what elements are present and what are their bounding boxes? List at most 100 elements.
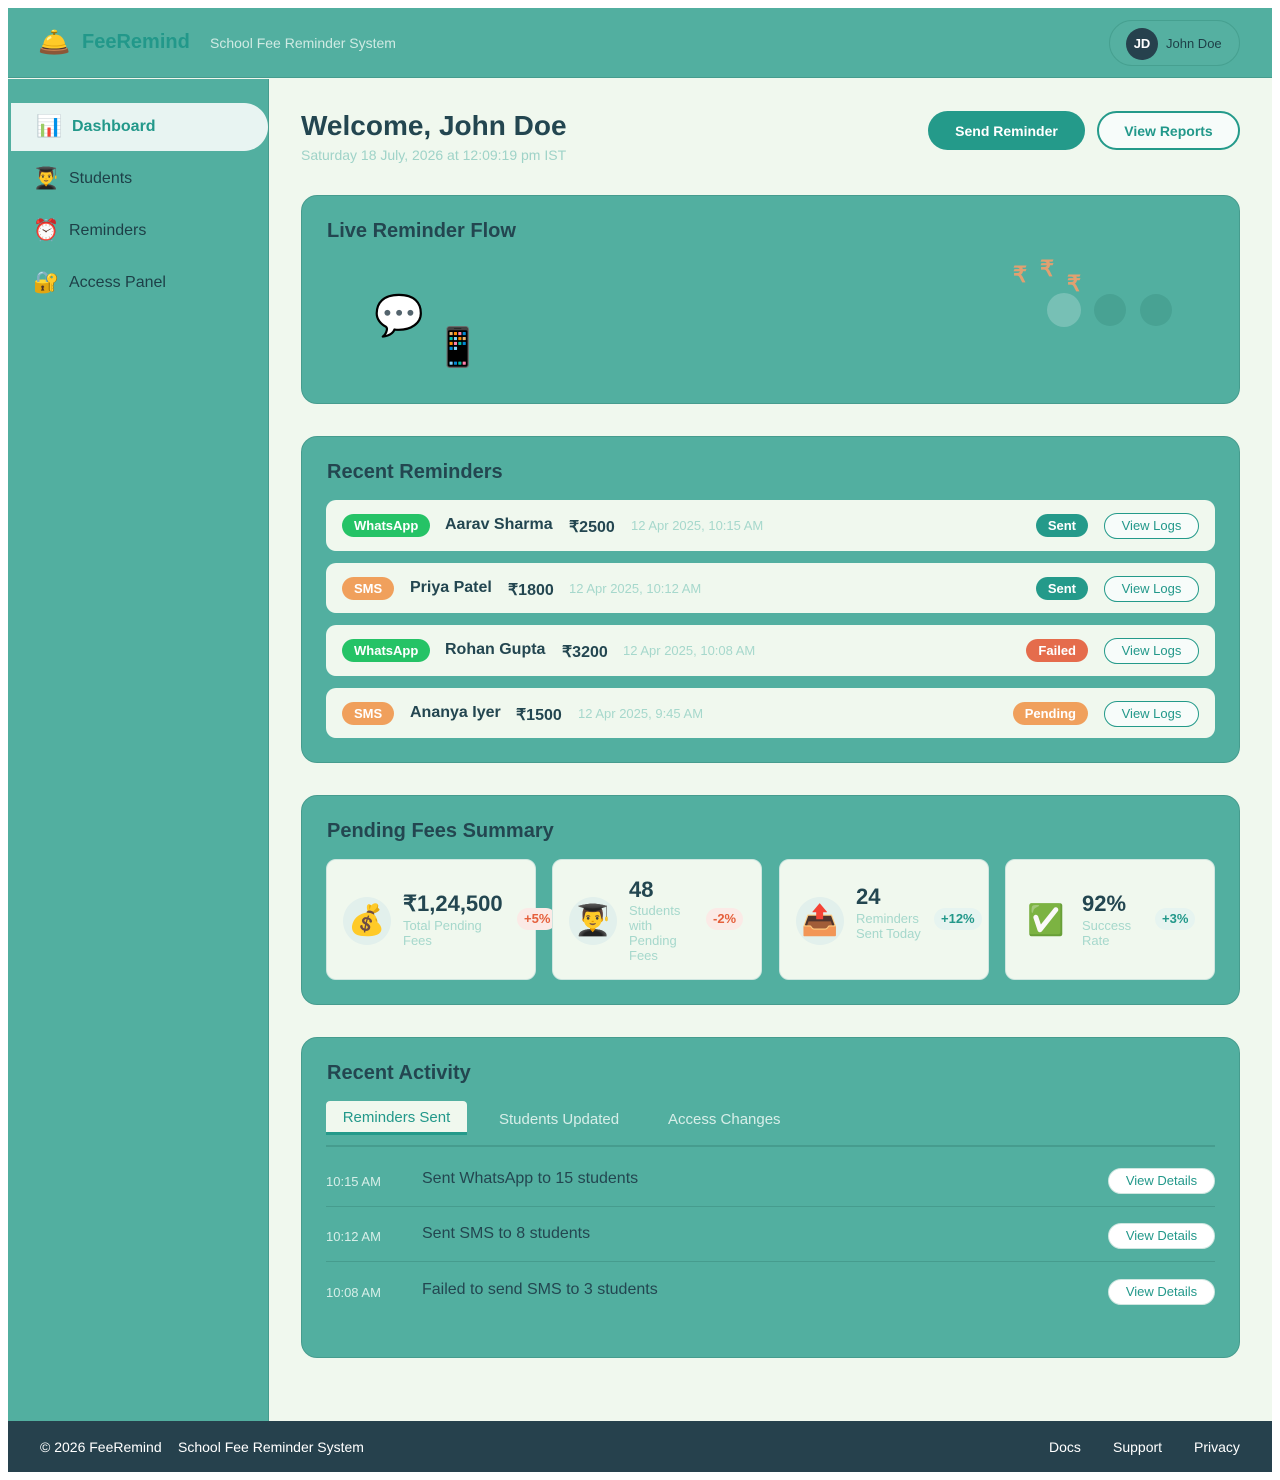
reminder-row: SMS Ananya Iyer ₹1500 12 Apr 2025, 9:45 … [326, 688, 1215, 738]
fee-amount: ₹1500 [516, 707, 562, 724]
rupee-icon: ₹ [1013, 262, 1027, 287]
stat-card-total-pending: 💰 ₹1,24,500 Total Pending Fees +5% [326, 859, 558, 980]
status-badge: Sent [1035, 577, 1088, 600]
student-name: Aarav Sharma [445, 516, 553, 533]
footer-tagline: School Fee Reminder System [178, 1439, 364, 1455]
user-menu[interactable]: JD John Doe [1109, 20, 1240, 66]
reminder-time: 12 Apr 2025, 9:45 AM [578, 706, 704, 721]
stat-label: Reminders Sent Today [856, 911, 921, 941]
reminder-row: SMS Priya Patel ₹1800 12 Apr 2025, 10:12… [326, 563, 1215, 613]
top-header: 🛎️ FeeRemind School Fee Reminder System … [8, 8, 1272, 78]
card-title: Recent Reminders [327, 461, 503, 483]
trend-badge: +3% [1155, 908, 1196, 930]
live-reminder-flow-card: Live Reminder Flow 💬 📱 ₹ ₹ ₹ [301, 195, 1240, 404]
student-name: Ananya Iyer [410, 704, 501, 721]
brand-tagline: School Fee Reminder System [210, 35, 396, 51]
check-mark-icon: ✅ [1027, 904, 1065, 937]
bell-icon: 🛎️ [38, 27, 71, 57]
reminder-row: WhatsApp Rohan Gupta ₹3200 12 Apr 2025, … [326, 625, 1215, 676]
footer: © 2026 FeeRemind School Fee Reminder Sys… [8, 1421, 1272, 1472]
stat-label: Students with Pending Fees [629, 903, 681, 963]
card-title: Pending Fees Summary [327, 820, 554, 842]
footer-link-docs[interactable]: Docs [1049, 1439, 1081, 1455]
activity-text: Sent WhatsApp to 15 students [422, 1170, 639, 1187]
stat-card-students-pending: 👨‍🎓 48 Students with Pending Fees -2% [552, 859, 762, 980]
tab-access-changes[interactable]: Access Changes [668, 1103, 781, 1137]
sidebar-item-label: Dashboard [72, 118, 156, 135]
stat-value: 92% [1082, 891, 1127, 916]
status-badge: Pending [1012, 702, 1088, 725]
stat-value: 48 [629, 877, 654, 902]
card-title: Recent Activity [327, 1062, 471, 1084]
flow-dot [1094, 294, 1126, 326]
chat-bubble-icon: 💬 [374, 294, 424, 338]
stat-label: Total Pending Fees [403, 918, 482, 948]
sidebar-item-access-panel[interactable]: 🔐 Access Panel [11, 259, 268, 307]
activity-row: 10:12 AM Sent SMS to 8 students View Det… [326, 1207, 1215, 1262]
recent-reminders-card: Recent Reminders WhatsApp Aarav Sharma ₹… [301, 436, 1240, 763]
lock-key-icon: 🔐 [33, 271, 60, 294]
view-logs-button[interactable]: View Logs [1104, 638, 1199, 664]
view-details-button[interactable]: View Details [1108, 1223, 1215, 1249]
activity-row: 10:08 AM Failed to send SMS to 3 student… [326, 1263, 1215, 1318]
stat-value: 24 [856, 884, 881, 909]
activity-text: Sent SMS to 8 students [422, 1225, 591, 1242]
sidebar-item-label: Students [69, 170, 133, 187]
view-logs-button[interactable]: View Logs [1104, 701, 1199, 727]
sidebar-item-students[interactable]: 👨‍🎓 Students [11, 155, 268, 203]
current-datetime: Saturday 18 July, 2026 at 12:09:19 pm IS… [301, 147, 567, 163]
alarm-clock-icon: ⏰ [33, 219, 60, 242]
rupee-icon: ₹ [1040, 256, 1054, 281]
reminder-time: 12 Apr 2025, 10:12 AM [569, 581, 702, 596]
student-name: Priya Patel [410, 579, 492, 596]
user-name: John Doe [1166, 36, 1222, 51]
footer-link-support[interactable]: Support [1113, 1439, 1162, 1455]
activity-time: 10:08 AM [326, 1285, 381, 1300]
stat-label: Success Rate [1082, 918, 1132, 948]
view-reports-button[interactable]: View Reports [1097, 111, 1240, 150]
reminder-time: 12 Apr 2025, 10:08 AM [623, 643, 756, 658]
activity-time: 10:12 AM [326, 1229, 381, 1244]
channel-badge: WhatsApp [342, 639, 431, 662]
view-logs-button[interactable]: View Logs [1104, 513, 1199, 539]
avatar: JD [1126, 28, 1158, 60]
outbox-tray-icon: 📤 [796, 897, 844, 945]
channel-badge: SMS [342, 702, 395, 725]
channel-badge: WhatsApp [342, 514, 431, 537]
student-name: Rohan Gupta [445, 641, 546, 658]
activity-row: 10:15 AM Sent WhatsApp to 15 students Vi… [326, 1152, 1215, 1207]
view-details-button[interactable]: View Details [1108, 1168, 1215, 1194]
send-reminder-button[interactable]: Send Reminder [928, 111, 1085, 150]
student-icon: 👨‍🎓 [33, 167, 60, 190]
trend-badge: +12% [934, 908, 982, 930]
page-title: Welcome, John Doe [301, 110, 567, 141]
flow-dot [1047, 293, 1081, 327]
mobile-phone-icon: 📱 [434, 327, 482, 369]
sidebar-item-reminders[interactable]: ⏰ Reminders [11, 207, 268, 255]
channel-badge: SMS [342, 577, 395, 600]
tab-students-updated[interactable]: Students Updated [499, 1103, 619, 1137]
status-badge: Sent [1035, 514, 1088, 537]
stat-card-reminders-today: 📤 24 Reminders Sent Today +12% [779, 859, 989, 980]
stat-value: ₹1,24,500 [403, 891, 503, 916]
card-title: Live Reminder Flow [327, 220, 516, 242]
reminder-row: WhatsApp Aarav Sharma ₹2500 12 Apr 2025,… [326, 500, 1215, 551]
activity-time: 10:15 AM [326, 1174, 381, 1189]
activity-text: Failed to send SMS to 3 students [422, 1281, 658, 1298]
tab-reminders-sent[interactable]: Reminders Sent [326, 1101, 467, 1135]
view-details-button[interactable]: View Details [1108, 1279, 1215, 1305]
money-bag-icon: 💰 [343, 897, 391, 945]
footer-link-privacy[interactable]: Privacy [1194, 1439, 1240, 1455]
app-frame: 🛎️ FeeRemind School Fee Reminder System … [8, 8, 1272, 1472]
reminder-time: 12 Apr 2025, 10:15 AM [631, 518, 764, 533]
sidebar: 📊 Dashboard 👨‍🎓 Students ⏰ Reminders 🔐 A… [8, 79, 269, 1421]
brand-name[interactable]: FeeRemind [82, 31, 190, 54]
fee-amount: ₹2500 [569, 519, 615, 536]
fee-amount: ₹1800 [508, 582, 554, 599]
pending-fees-summary-card: Pending Fees Summary 💰 ₹1,24,500 Total P… [301, 795, 1240, 1005]
sidebar-item-dashboard[interactable]: 📊 Dashboard [11, 103, 268, 151]
view-logs-button[interactable]: View Logs [1104, 576, 1199, 602]
stat-card-success-rate: ✅ 92% Success Rate +3% [1005, 859, 1215, 980]
fee-amount: ₹3200 [562, 644, 608, 661]
recent-activity-card: Recent Activity Reminders Sent Students … [301, 1037, 1240, 1358]
